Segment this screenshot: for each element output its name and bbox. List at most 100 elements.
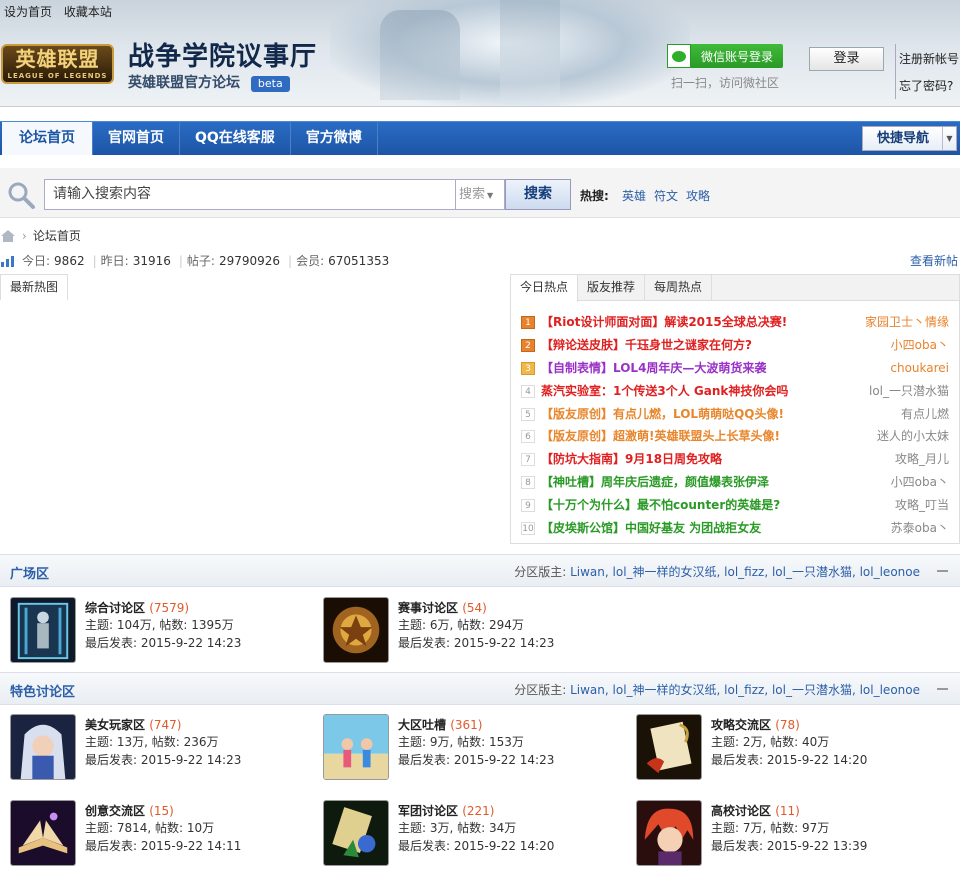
stat-members-label: 会员:	[296, 254, 325, 268]
collapse-icon[interactable]	[937, 570, 948, 572]
hot-topic-author[interactable]: 有点儿燃	[901, 403, 949, 426]
hot-topic-author[interactable]: 迷人的小太妹	[877, 425, 949, 448]
stat-divider: |	[288, 253, 293, 268]
wechat-login-button[interactable]: 微信账号登录	[667, 44, 783, 68]
forum-item[interactable]: 大区吐槽 (361) 主题: 9万, 帖数: 153万 最后发表: 2015-9…	[313, 714, 613, 784]
set-home-link[interactable]: 设为首页	[4, 5, 52, 19]
collapse-icon[interactable]	[937, 688, 948, 690]
hot-topic-author[interactable]: 小四oba丶	[891, 334, 949, 357]
forum-name-text: 美女玩家区	[85, 718, 146, 732]
forum-name-text: 攻略交流区	[711, 718, 772, 732]
zone-moderators: 分区版主: Liwan, lol_神一样的女汉纸, lol_fizz, lol_…	[514, 563, 920, 580]
nav-forum-home[interactable]: 论坛首页	[2, 122, 93, 155]
hot-topic-row[interactable]: 6 【版友原创】超激萌!英雄联盟头上长草头像! 迷人的小太妹	[511, 425, 959, 448]
forum-guides-icon	[636, 714, 702, 780]
forum-name[interactable]: 综合讨论区 (7579)	[85, 599, 189, 616]
forum-item[interactable]: 美女玩家区 (747) 主题: 13万, 帖数: 236万 最后发表: 2015…	[0, 714, 300, 784]
hot-topic-title[interactable]: 蒸汽实验室：1个传送3个人 Gank神技你会吗	[541, 384, 788, 398]
forum-name[interactable]: 军团讨论区 (221)	[398, 802, 494, 819]
breadcrumb-forum-home[interactable]: 论坛首页	[33, 227, 81, 244]
forum-name[interactable]: 高校讨论区 (11)	[711, 802, 800, 819]
view-new-posts-link[interactable]: 查看新帖	[910, 252, 958, 269]
hot-topic-author[interactable]: 攻略_月儿	[895, 448, 949, 471]
hot-topic-row[interactable]: 2 【辩论送皮肤】千珏身世之谜家在何方? 小四oba丶	[511, 334, 959, 357]
forum-name[interactable]: 大区吐槽 (361)	[398, 716, 482, 733]
tab-member-picks[interactable]: 版友推荐	[578, 275, 646, 300]
forum-today-count: (7579)	[149, 601, 190, 615]
hot-topic-title[interactable]: 【神吐槽】周年庆后遗症，颜值爆表张伊泽	[541, 475, 769, 489]
logo-sub: LEAGUE OF LEGENDS	[7, 72, 108, 80]
hot-topic-title[interactable]: 【防坑大指南】9月18日周免攻略	[541, 452, 722, 466]
forum-last-post[interactable]: 最后发表: 2015-9-22 14:23	[85, 751, 241, 768]
hot-topic-author[interactable]: 家园卫士丶情缘	[865, 311, 949, 334]
forum-last-post[interactable]: 最后发表: 2015-9-22 14:23	[398, 751, 554, 768]
search-button[interactable]: 搜索	[505, 179, 571, 210]
stat-yesterday-label: 昨日:	[100, 254, 129, 268]
forum-last-post[interactable]: 最后发表: 2015-9-22 14:23	[398, 634, 554, 651]
hot-topic-title[interactable]: 【版友原创】超激萌!英雄联盟头上长草头像!	[541, 429, 780, 443]
nav-official-weibo[interactable]: 官方微博	[291, 122, 378, 155]
bookmark-link[interactable]: 收藏本站	[64, 5, 112, 19]
forum-item[interactable]: 综合讨论区 (7579) 主题: 104万, 帖数: 1395万 最后发表: 2…	[0, 597, 300, 667]
moderators-list[interactable]: Liwan, lol_神一样的女汉纸, lol_fizz, lol_一只潜水猫,…	[570, 565, 920, 579]
forgot-password-link[interactable]: 忘了密码?	[899, 77, 953, 94]
login-button[interactable]: 登录	[809, 47, 884, 71]
forum-stats: 主题: 104万, 帖数: 1395万	[85, 618, 234, 632]
hot-topic-title[interactable]: 【十万个为什么】最不怕counter的英雄是?	[541, 498, 780, 512]
hot-topic-row[interactable]: 8 【神吐槽】周年庆后遗症，颜值爆表张伊泽 小四oba丶	[511, 471, 959, 494]
tab-weekly-hot[interactable]: 每周热点	[645, 275, 713, 300]
forum-name[interactable]: 创意交流区 (15)	[85, 802, 174, 819]
forum-item[interactable]: 攻略交流区 (78) 主题: 2万, 帖数: 40万 最后发表: 2015-9-…	[626, 714, 926, 784]
hot-topic-title[interactable]: 【皮埃斯公馆】中国好基友 为团战拒女友	[541, 521, 761, 535]
forum-item[interactable]: 军团讨论区 (221) 主题: 3万, 帖数: 34万 最后发表: 2015-9…	[313, 800, 613, 870]
forum-name[interactable]: 美女玩家区 (747)	[85, 716, 181, 733]
tab-today-hot[interactable]: 今日热点	[511, 275, 579, 302]
nav-official-site[interactable]: 官网首页	[93, 122, 180, 155]
hot-topic-author[interactable]: 攻略_叮当	[895, 494, 949, 517]
forum-item[interactable]: 赛事讨论区 (54) 主题: 6万, 帖数: 294万 最后发表: 2015-9…	[313, 597, 613, 667]
hot-topic-row[interactable]: 4 蒸汽实验室：1个传送3个人 Gank神技你会吗 lol_一只潜水猫	[511, 380, 959, 403]
search-input[interactable]: 请输入搜索内容	[44, 179, 456, 210]
hot-topic-title[interactable]: 【版友原创】有点儿燃，LOL萌萌哒QQ头像!	[541, 407, 784, 421]
hot-topic-author[interactable]: 小四oba丶	[891, 471, 949, 494]
forum-item[interactable]: 高校讨论区 (11) 主题: 7万, 帖数: 97万 最后发表: 2015-9-…	[626, 800, 926, 870]
search-type-select[interactable]: 搜索 ▼	[456, 179, 505, 210]
tab-latest-images[interactable]: 最新热图	[0, 274, 69, 300]
zone-title[interactable]: 特色讨论区	[10, 681, 75, 700]
lol-logo[interactable]: 英雄联盟 LEAGUE OF LEGENDS	[1, 44, 114, 84]
forum-last-post[interactable]: 最后发表: 2015-9-22 14:23	[85, 634, 241, 651]
rank-badge: 1	[521, 316, 535, 329]
forum-last-post[interactable]: 最后发表: 2015-9-22 14:20	[398, 837, 554, 854]
forum-last-post[interactable]: 最后发表: 2015-9-22 14:20	[711, 751, 867, 768]
hot-topic-row[interactable]: 1 【Riot设计师面对面】解读2015全球总决赛! 家园卫士丶情缘	[511, 311, 959, 334]
forum-item[interactable]: 创意交流区 (15) 主题: 7814, 帖数: 10万 最后发表: 2015-…	[0, 800, 300, 870]
hot-topic-row[interactable]: 7 【防坑大指南】9月18日周免攻略 攻略_月儿	[511, 448, 959, 471]
hot-topic-title[interactable]: 【Riot设计师面对面】解读2015全球总决赛!	[541, 315, 787, 329]
forum-name[interactable]: 攻略交流区 (78)	[711, 716, 800, 733]
hot-topic-title[interactable]: 【自制表情】LOL4周年庆—大波萌货来袭	[541, 361, 766, 375]
nav-qq-support[interactable]: QQ在线客服	[180, 122, 291, 155]
hot-topic-author[interactable]: choukarei	[890, 357, 949, 380]
hot-search-word[interactable]: 攻略	[686, 187, 710, 204]
forum-last-post[interactable]: 最后发表: 2015-9-22 14:11	[85, 837, 241, 854]
register-link[interactable]: 注册新帐号	[899, 50, 959, 67]
hot-search-word[interactable]: 符文	[654, 187, 678, 204]
hot-search-word[interactable]: 英雄	[622, 187, 646, 204]
forum-stats: 今日: 9862 | 昨日: 31916 | 帖子: 29790926 | 会员…	[0, 252, 393, 269]
hot-topic-row[interactable]: 3 【自制表情】LOL4周年庆—大波萌货来袭 choukarei	[511, 357, 959, 380]
stat-members-value: 67051353	[328, 253, 390, 268]
forum-name[interactable]: 赛事讨论区 (54)	[398, 599, 487, 616]
hot-topic-author[interactable]: 苏泰oba丶	[891, 517, 949, 540]
moderators-list[interactable]: Liwan, lol_神一样的女汉纸, lol_fizz, lol_一只潜水猫,…	[570, 683, 920, 697]
hot-topic-row[interactable]: 9 【十万个为什么】最不怕counter的英雄是? 攻略_叮当	[511, 494, 959, 517]
hot-topic-title[interactable]: 【辩论送皮肤】千珏身世之谜家在何方?	[541, 338, 752, 352]
forum-stats: 主题: 2万, 帖数: 40万	[711, 735, 830, 749]
home-icon[interactable]	[0, 229, 16, 243]
hot-topic-author[interactable]: lol_一只潜水猫	[869, 380, 949, 403]
hot-topic-row[interactable]: 10 【皮埃斯公馆】中国好基友 为团战拒女友 苏泰oba丶	[511, 517, 959, 540]
hot-topic-row[interactable]: 5 【版友原创】有点儿燃，LOL萌萌哒QQ头像! 有点儿燃	[511, 403, 959, 426]
quick-nav-dropdown[interactable]: 快捷导航 ▼	[862, 126, 957, 151]
forum-last-post[interactable]: 最后发表: 2015-9-22 13:39	[711, 837, 867, 854]
zone-title[interactable]: 广场区	[10, 563, 49, 582]
chevron-down-icon: ▼	[487, 191, 494, 200]
